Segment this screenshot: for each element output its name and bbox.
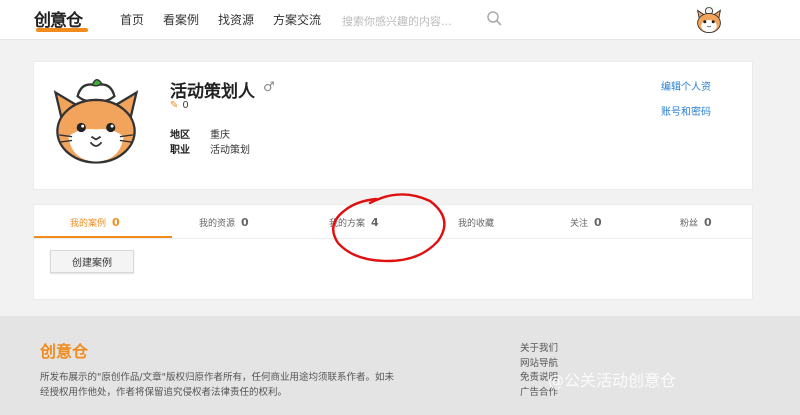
footer-brand: 创意仓 (40, 344, 89, 361)
nav-cases[interactable]: 看案例 (163, 11, 199, 28)
search-input[interactable] (342, 15, 472, 28)
create-case-button[interactable]: 创建案例 (50, 250, 134, 273)
male-gender-icon: ♂ (263, 80, 275, 95)
location-value: 重庆 (210, 130, 230, 141)
tab-count: 0 (594, 216, 602, 229)
edit-profile-link[interactable]: 编辑个人资 (661, 78, 711, 93)
points-value: 0 (182, 100, 189, 111)
points-display: ✎ 0 (170, 100, 189, 111)
location-label: 地区 (170, 130, 190, 141)
nav-resources[interactable]: 找资源 (218, 11, 254, 28)
main-nav: 首页 看案例 找资源 方案交流 (120, 11, 340, 28)
job-label: 职业 (170, 145, 190, 156)
nav-proposals[interactable]: 方案交流 (273, 11, 321, 28)
top-header: 创意仓 首页 看案例 找资源 方案交流 (0, 0, 800, 40)
profile-card: 活动策划人 ♂ ✎ 0 地区 重庆 职业 活动策划 编辑个人资 账号和密码 (33, 61, 753, 190)
pill-icon: ✎ (170, 100, 179, 111)
profile-avatar (53, 78, 139, 164)
search-icon[interactable] (486, 10, 502, 26)
content-tabs-panel: 我的案例 0 我的资源 0 我的方案 4 我的收藏 关注 0 粉丝 0 创建案例 (33, 193, 753, 300)
account-password-link[interactable]: 账号和密码 (661, 103, 711, 118)
tab-count: 0 (704, 216, 712, 229)
job-value: 活动策划 (210, 145, 250, 156)
tab-label: 我的资源 (199, 219, 236, 229)
tab-count: 0 (241, 216, 249, 229)
user-avatar-icon[interactable] (694, 5, 724, 35)
tab-count: 0 (112, 216, 120, 229)
nav-home[interactable]: 首页 (120, 11, 144, 28)
red-annotation-circle (332, 193, 446, 263)
tab-label: 粉丝 (680, 219, 699, 229)
site-footer: 创意仓 所发布展示的"原创作品/文章"版权归原作者所有，任何商业用途均须联系作者… (0, 316, 800, 415)
logo-underline (36, 28, 88, 32)
tab-followers[interactable]: 粉丝 0 (678, 205, 800, 238)
tab-label: 我的收藏 (458, 219, 495, 229)
profile-name: 活动策划人 (170, 82, 255, 101)
tab-label: 我的案例 (70, 219, 107, 229)
tab-my-cases[interactable]: 我的案例 0 (34, 205, 172, 238)
tab-label: 关注 (570, 219, 589, 229)
tab-my-resources[interactable]: 我的资源 0 (172, 205, 310, 238)
copyright-notice: 所发布展示的"原创作品/文章"版权归原作者所有，任何商业用途均须联系作者。如未经… (40, 372, 394, 398)
site-logo[interactable]: 创意仓 (34, 6, 92, 34)
search-box (342, 10, 502, 28)
watermark: @公关活动创意仓 (548, 371, 677, 390)
tab-my-favorites[interactable]: 我的收藏 (448, 205, 586, 238)
footer-link-about[interactable]: 关于我们 (520, 342, 558, 357)
location-row: 地区 重庆 (170, 126, 230, 141)
job-row: 职业 活动策划 (170, 141, 250, 156)
